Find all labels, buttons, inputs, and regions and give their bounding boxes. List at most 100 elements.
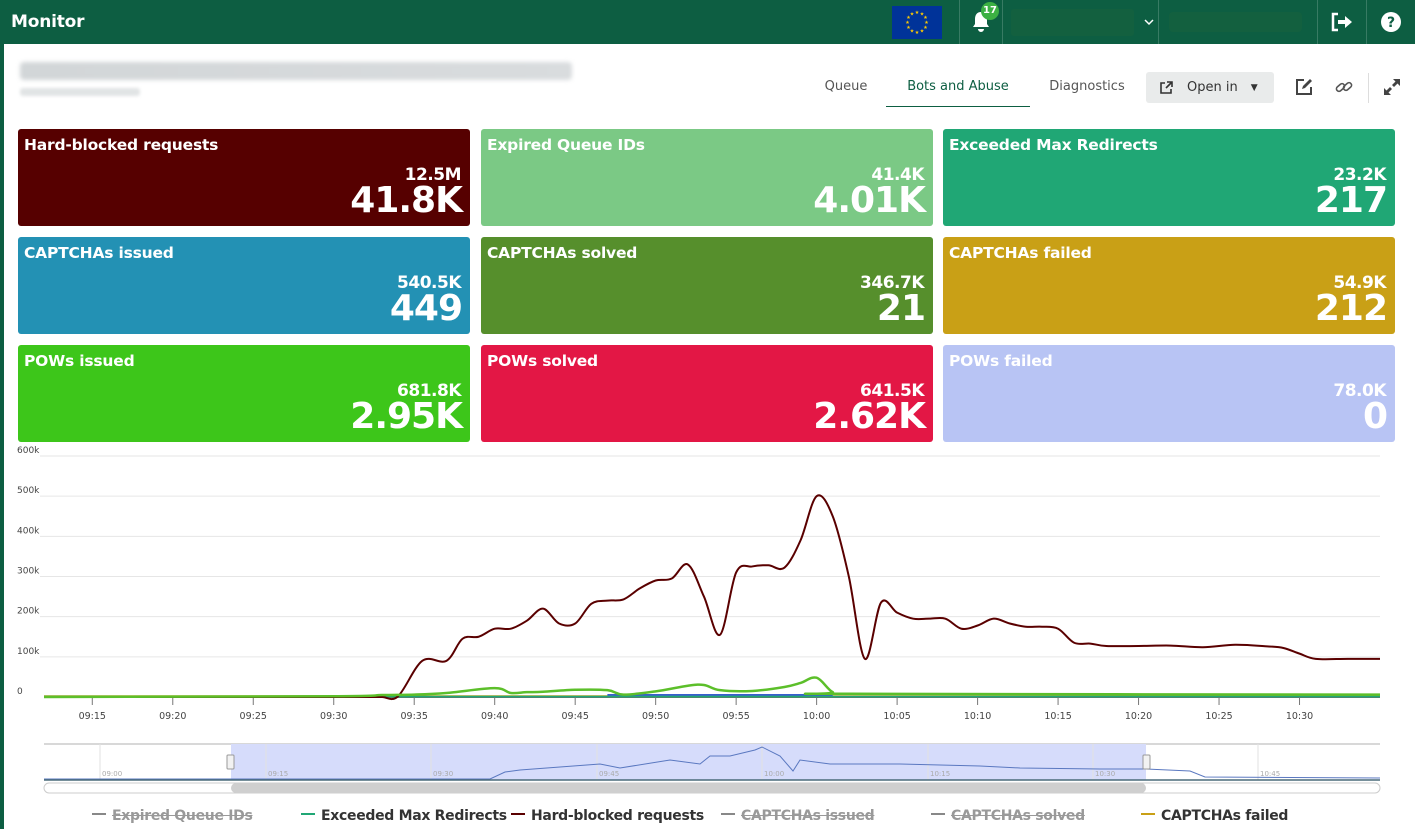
x-tick-label: 10:05 <box>883 711 910 722</box>
legend-label: Hard-blocked requests <box>531 808 704 824</box>
legend-label: CAPTCHAs issued <box>741 808 875 824</box>
svg-text:?: ? <box>1387 15 1395 31</box>
x-tick-label: 10:15 <box>1044 711 1071 722</box>
tile-value: 41.8K <box>350 180 463 221</box>
y-tick-label: 0 <box>17 687 23 697</box>
metric-tile[interactable]: Expired Queue IDs 41.4K 4.01K <box>481 129 933 226</box>
tab-bots-and-abuse[interactable]: Bots and Abuse <box>886 70 1030 107</box>
y-tick-label: 600k <box>17 446 40 456</box>
page-title <box>20 62 572 80</box>
tile-name: POWs failed <box>949 352 1053 370</box>
legend-item[interactable]: CAPTCHAs issued <box>721 808 875 824</box>
help-icon: ? <box>1381 12 1401 32</box>
tile-name: CAPTCHAs issued <box>24 244 174 262</box>
scrollbar-thumb[interactable] <box>231 783 1146 793</box>
tile-value: 212 <box>1314 288 1388 329</box>
logout-button[interactable] <box>1318 0 1366 44</box>
navigator-tick-label: 10:15 <box>930 770 950 778</box>
expand-icon[interactable] <box>1382 77 1402 97</box>
legend-label: CAPTCHAs failed <box>1161 808 1289 824</box>
navigator-tick-label: 09:15 <box>268 770 288 778</box>
x-tick-label: 10:20 <box>1125 711 1152 722</box>
x-tick-label: 09:50 <box>642 711 669 722</box>
legend-swatch <box>931 813 945 815</box>
chart-navigator[interactable]: 09:00 09:15 09:30 09:45 10:00 10:15 10:30 10:45 <box>0 738 1415 798</box>
tile-value: 2.95K <box>350 396 463 437</box>
svg-text:★: ★ <box>915 30 920 36</box>
y-tick-label: 300k <box>17 567 40 577</box>
x-tick-label: 10:25 <box>1205 711 1232 722</box>
tile-name: POWs issued <box>24 352 135 370</box>
tile-name: Hard-blocked requests <box>24 136 219 154</box>
tile-value: 449 <box>389 288 463 329</box>
metric-tile[interactable]: CAPTCHAs solved 346.7K 21 <box>481 237 933 334</box>
y-tick-label: 500k <box>17 486 40 496</box>
tile-name: CAPTCHAs failed <box>949 244 1092 262</box>
caret-down-icon: ▼ <box>1250 82 1258 93</box>
account-selector[interactable] <box>1003 0 1158 44</box>
legend-item[interactable]: Hard-blocked requests <box>511 808 704 824</box>
legend-item[interactable]: Expired Queue IDs <box>92 808 253 824</box>
legend-label: CAPTCHAs solved <box>951 808 1085 824</box>
legend-item[interactable]: Exceeded Max Redirects <box>301 808 507 824</box>
legend-label: Exceeded Max Redirects <box>321 808 507 824</box>
tile-value: 2.62K <box>813 396 926 437</box>
x-tick-label: 09:30 <box>320 711 347 722</box>
x-tick-label: 10:00 <box>803 711 830 722</box>
external-link-icon <box>1160 80 1173 94</box>
user-name-redacted <box>1169 12 1302 32</box>
metric-tile[interactable]: POWs solved 641.5K 2.62K <box>481 345 933 442</box>
edit-icon[interactable] <box>1294 77 1314 97</box>
eu-flag-icon[interactable]: ★ ★ ★ ★ ★ ★ ★ ★ ★ ★ ★ ★ <box>892 5 942 39</box>
y-tick-label: 100k <box>17 647 40 657</box>
help-button[interactable]: ? <box>1367 0 1415 44</box>
metric-tile[interactable]: CAPTCHAs issued 540.5K 449 <box>18 237 470 334</box>
x-tick-label: 09:20 <box>159 711 186 722</box>
tile-value: 4.01K <box>813 180 926 221</box>
y-tick-label: 200k <box>17 607 40 617</box>
navigator-handle-right[interactable] <box>1142 754 1151 770</box>
notifications-button[interactable]: 17 <box>960 0 1002 44</box>
x-tick-label: 10:10 <box>964 711 991 722</box>
svg-text:★: ★ <box>920 29 925 35</box>
metric-tile[interactable]: POWs issued 681.8K 2.95K <box>18 345 470 442</box>
main-line-chart: 0 100k 200k 300k 400k 500k 600k 09:15 09:20 09:25… <box>17 446 1381 722</box>
tab-queue[interactable]: Queue <box>806 70 886 107</box>
navigator-tick-label: 10:00 <box>764 770 784 778</box>
chevron-down-icon <box>1144 15 1154 29</box>
link-icon[interactable] <box>1334 77 1354 97</box>
tile-value: 21 <box>876 288 926 329</box>
tile-value: 217 <box>1314 180 1388 221</box>
metric-tile[interactable]: CAPTCHAs failed 54.9K 212 <box>943 237 1395 334</box>
legend-swatch <box>301 813 315 815</box>
x-tick-label: 09:40 <box>481 711 508 722</box>
series-line-hard-blocked-requests <box>43 494 1380 701</box>
tile-name: Exceeded Max Redirects <box>949 136 1158 154</box>
x-tick-label: 09:45 <box>561 711 588 722</box>
tile-name: CAPTCHAs solved <box>487 244 638 262</box>
metric-tile[interactable]: Exceeded Max Redirects 23.2K 217 <box>943 129 1395 226</box>
metric-tile[interactable]: POWs failed 78.0K 0 <box>943 345 1395 442</box>
chart-legend: Expired Queue IDs Exceeded Max Redirects H… <box>0 808 1415 828</box>
tile-name: Expired Queue IDs <box>487 136 645 154</box>
app-title: Monitor <box>11 12 85 32</box>
navigator-handle-left[interactable] <box>226 754 235 770</box>
user-info[interactable] <box>1159 0 1317 44</box>
tile-value: 0 <box>1362 396 1388 437</box>
page-title-area <box>20 62 572 96</box>
page-subtitle <box>20 88 140 96</box>
account-name-redacted <box>1011 8 1134 36</box>
open-in-button[interactable]: Open in ▼ <box>1146 72 1274 103</box>
navigator-tick-label: 09:45 <box>599 770 619 778</box>
navigator-tick-label: 09:30 <box>433 770 453 778</box>
x-tick-label: 09:25 <box>240 711 267 722</box>
logout-icon <box>1331 12 1352 32</box>
legend-item[interactable]: CAPTCHAs solved <box>931 808 1085 824</box>
tab-diagnostics[interactable]: Diagnostics <box>1030 70 1144 107</box>
x-tick-label: 09:55 <box>722 711 749 722</box>
metric-tile[interactable]: Hard-blocked requests 12.5M 41.8K <box>18 129 470 226</box>
tab-bar: Queue Bots and Abuse Diagnostics <box>806 70 1144 107</box>
navigator-tick-label: 09:00 <box>102 770 122 778</box>
svg-text:★: ★ <box>910 12 915 18</box>
legend-item[interactable]: CAPTCHAs failed <box>1141 808 1288 824</box>
